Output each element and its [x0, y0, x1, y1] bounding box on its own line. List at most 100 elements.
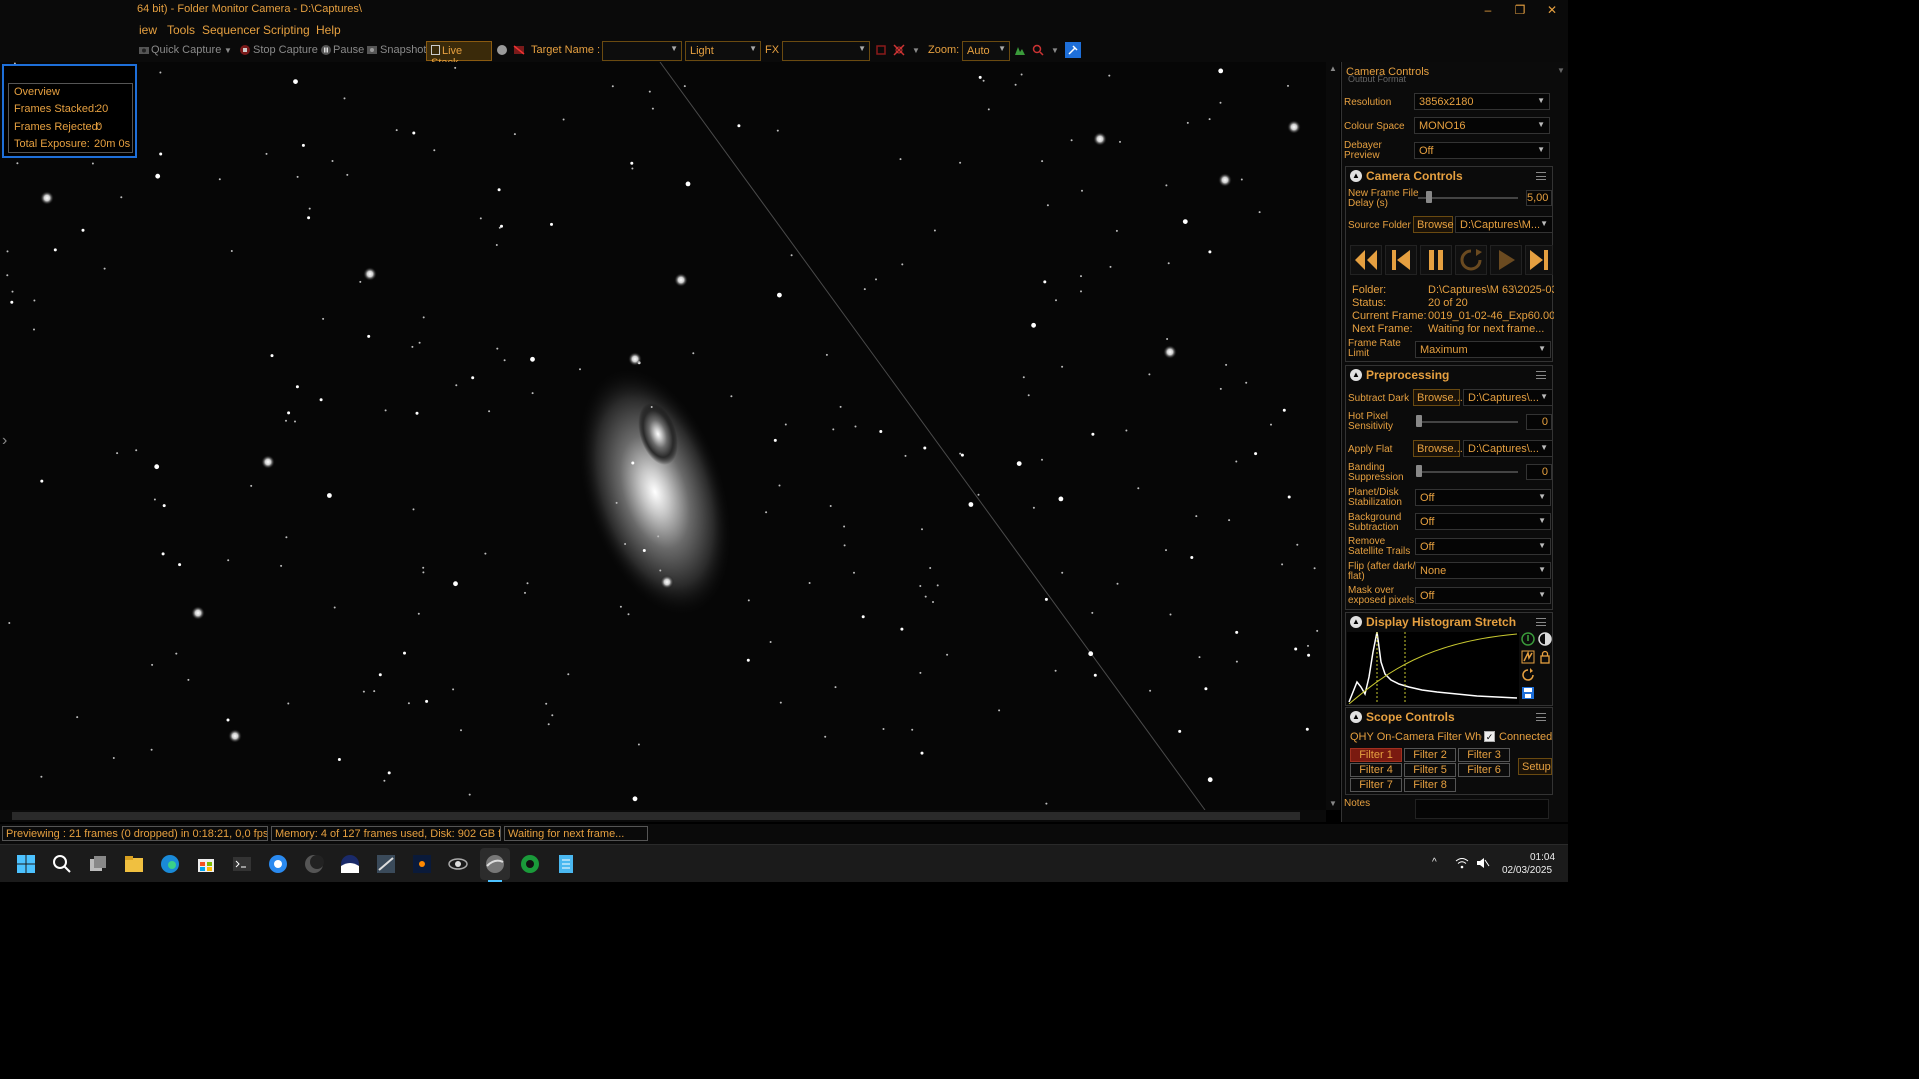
previous-button[interactable] [1385, 245, 1417, 275]
colour-space-select[interactable]: MONO16 ▼ [1414, 117, 1550, 134]
save-icon[interactable] [1521, 686, 1535, 700]
notepad-icon[interactable] [556, 854, 576, 874]
collapse-icon[interactable]: ▲ [1350, 616, 1362, 628]
delay-slider-track[interactable] [1418, 197, 1518, 199]
pin-icon[interactable] [1065, 42, 1081, 58]
chevron-down-icon[interactable]: ▼ [912, 46, 920, 55]
scroll-down-icon[interactable]: ▼ [1329, 799, 1337, 808]
sharpcap-icon[interactable] [485, 854, 505, 874]
volume-icon[interactable] [1476, 857, 1490, 869]
browse-flat-button[interactable]: Browse... [1413, 440, 1463, 457]
camera-controls-header[interactable]: ▲ Camera Controls [1346, 167, 1552, 185]
menu-icon[interactable] [1536, 618, 1546, 626]
chevron-down-icon[interactable]: ▼ [224, 46, 232, 55]
target-name-input[interactable]: ▼ [602, 41, 682, 61]
search-icon[interactable] [52, 854, 72, 874]
menu-help[interactable]: Help [316, 23, 341, 37]
collapse-icon[interactable]: ▲ [1350, 170, 1362, 182]
banding-slider-knob[interactable] [1416, 465, 1422, 477]
browser-app-icon[interactable] [268, 854, 288, 874]
fx-select[interactable]: ▼ [782, 41, 870, 61]
crop-icon[interactable] [875, 44, 887, 56]
scroll-up-icon[interactable]: ▲ [1329, 64, 1337, 73]
pause-playback-button[interactable] [1420, 245, 1452, 275]
menu-sequencer[interactable]: Sequencer [202, 23, 260, 37]
hot-pixel-slider-track[interactable] [1418, 421, 1518, 423]
restore-button[interactable]: ❐ [1504, 0, 1536, 20]
skip-forward-button[interactable] [1525, 245, 1553, 275]
flip-select[interactable]: None ▼ [1415, 562, 1551, 579]
quick-capture-button[interactable]: Quick Capture [151, 44, 221, 56]
planetarium-icon[interactable] [340, 854, 360, 874]
zoom-select[interactable]: Auto ▼ [962, 41, 1010, 61]
vertical-scrollbar[interactable]: ▲ ▼ [1326, 62, 1340, 810]
close-button[interactable]: ✕ [1536, 0, 1568, 20]
menu-scripting[interactable]: Scripting [263, 23, 310, 37]
file-explorer-icon[interactable] [124, 854, 144, 874]
browse-dark-button[interactable]: Browse... [1413, 389, 1463, 406]
preprocessing-header[interactable]: ▲ Preprocessing [1346, 366, 1552, 384]
delay-slider-knob[interactable] [1426, 191, 1432, 203]
browse-source-button[interactable]: Browse [1413, 216, 1454, 233]
dark-select[interactable]: D:\Captures\... ▼ [1463, 389, 1553, 406]
filter-3-button[interactable]: Filter 3 [1458, 748, 1510, 762]
live-stack-button[interactable]: Live Stack [426, 41, 492, 69]
hot-pixel-slider-knob[interactable] [1416, 415, 1422, 427]
crosshair-icon[interactable] [893, 44, 905, 56]
pause-button[interactable]: Pause [333, 44, 364, 56]
setup-button[interactable]: Setup [1518, 758, 1552, 775]
info-icon[interactable] [1521, 632, 1535, 646]
telescope-app-icon[interactable] [376, 854, 396, 874]
collapse-icon[interactable]: ▲ [1350, 711, 1362, 723]
source-folder-select[interactable]: D:\Captures\M... ▼ [1455, 216, 1553, 233]
clock-time[interactable]: 01:04 [1530, 852, 1555, 863]
histogram-graph[interactable] [1347, 632, 1519, 704]
banding-value[interactable]: 0 [1526, 464, 1552, 480]
chevron-down-icon[interactable]: ▼ [1051, 46, 1059, 55]
debayer-select[interactable]: Off ▼ [1414, 142, 1550, 159]
task-view-icon[interactable] [88, 854, 108, 874]
terminal-icon[interactable] [232, 854, 252, 874]
record-icon[interactable] [496, 44, 508, 56]
stop-capture-button[interactable]: Stop Capture [253, 44, 318, 56]
menu-icon[interactable] [1536, 172, 1546, 180]
notes-input[interactable] [1415, 799, 1549, 819]
windows-start-icon[interactable] [16, 854, 36, 874]
menu-view[interactable]: iew [139, 23, 157, 37]
horizontal-scrollbar[interactable] [0, 810, 1326, 822]
store-icon[interactable] [196, 854, 216, 874]
hot-pixel-value[interactable]: 0 [1526, 414, 1552, 430]
filter-1-button[interactable]: Filter 1 [1350, 748, 1402, 762]
reset-icon[interactable] [1521, 668, 1535, 682]
chevron-right-icon[interactable]: › [2, 432, 7, 450]
background-select[interactable]: Off ▼ [1415, 513, 1551, 530]
minimize-button[interactable]: – [1472, 0, 1504, 20]
play-button[interactable] [1490, 245, 1522, 275]
delay-value[interactable]: 5,00 [1526, 190, 1552, 206]
galaxy-app-icon[interactable] [448, 854, 468, 874]
filter-4-button[interactable]: Filter 4 [1350, 763, 1402, 777]
filter-8-button[interactable]: Filter 8 [1404, 778, 1456, 792]
collapse-icon[interactable]: ▲ [1350, 369, 1362, 381]
phd-guiding-icon[interactable] [520, 854, 540, 874]
filter-2-button[interactable]: Filter 2 [1404, 748, 1456, 762]
flat-select[interactable]: D:\Captures\... ▼ [1463, 440, 1553, 457]
filter-7-button[interactable]: Filter 7 [1350, 778, 1402, 792]
banding-slider-track[interactable] [1418, 471, 1518, 473]
moon-app-icon[interactable] [304, 854, 324, 874]
lock-icon[interactable] [1538, 650, 1552, 664]
scope-controls-header[interactable]: ▲ Scope Controls [1346, 708, 1552, 726]
resolution-select[interactable]: 3856x2180 ▼ [1414, 93, 1550, 110]
menu-tools[interactable]: Tools [167, 23, 195, 37]
menu-icon[interactable] [1536, 371, 1546, 379]
image-viewport[interactable]: Overview Frames Stacked: 20 Frames Rejec… [0, 62, 1326, 810]
histogram-header[interactable]: ▲ Display Histogram Stretch [1346, 613, 1552, 631]
frame-type-select[interactable]: Light ▼ [685, 41, 761, 61]
menu-icon[interactable] [1536, 713, 1546, 721]
clock-date[interactable]: 02/03/2025 [1502, 865, 1552, 876]
rewind-button[interactable] [1350, 245, 1382, 275]
filter-5-button[interactable]: Filter 5 [1404, 763, 1456, 777]
contrast-icon[interactable] [1538, 632, 1552, 646]
frame-rate-select[interactable]: Maximum ▼ [1415, 341, 1551, 358]
auto-stretch-icon[interactable] [1521, 650, 1535, 664]
